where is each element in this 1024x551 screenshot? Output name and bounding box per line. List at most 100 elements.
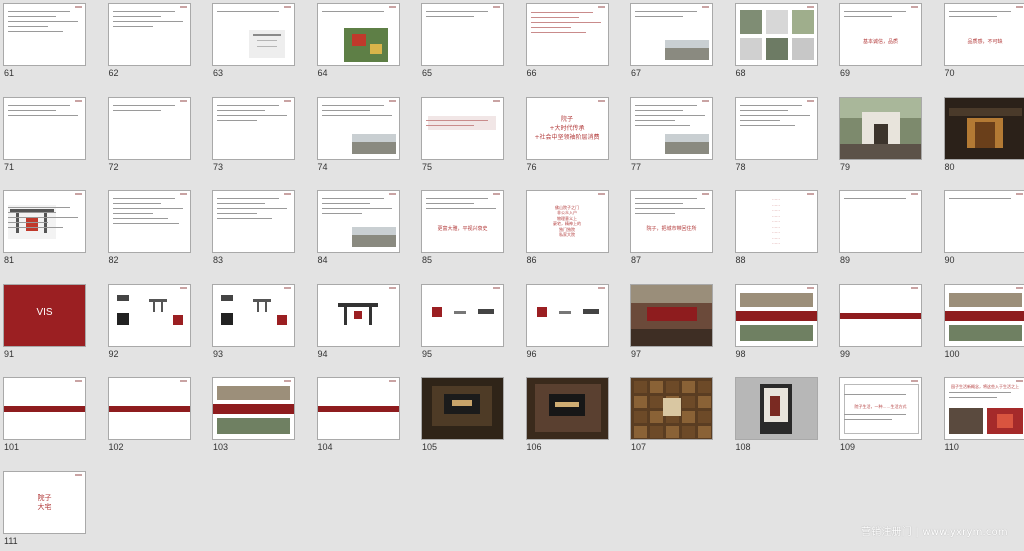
slide-thumbnail[interactable]: 63 — [212, 3, 295, 83]
slide-thumbnail[interactable]: 96 — [526, 284, 609, 364]
slide-preview[interactable]: 基本诚信，品质 — [839, 3, 922, 66]
slide-preview[interactable] — [212, 97, 295, 160]
slide-thumbnail[interactable]: 90 — [944, 190, 1024, 270]
slide-thumbnail[interactable]: 佛山院子之门非公众入户物理意义上豪宅，精神上的独门独院私家大院86 — [526, 190, 609, 270]
slide-preview[interactable] — [526, 284, 609, 347]
slide-thumbnail[interactable]: 院子，把城市带回住所87 — [630, 190, 713, 270]
slide-preview[interactable] — [630, 3, 713, 66]
slide-preview[interactable] — [3, 97, 86, 160]
slide-thumbnail[interactable]: 80 — [944, 97, 1024, 177]
slide-preview[interactable] — [212, 377, 295, 440]
slide-thumbnail[interactable]: 100 — [944, 284, 1024, 364]
slide-thumbnail[interactable]: 102 — [108, 377, 191, 457]
slide-thumbnail[interactable]: 73 — [212, 97, 295, 177]
slide-thumbnail[interactable]: 104 — [317, 377, 400, 457]
slide-thumbnail[interactable]: 105 — [421, 377, 504, 457]
slide-preview[interactable] — [839, 97, 922, 160]
slide-thumbnail[interactable]: 83 — [212, 190, 295, 270]
slide-thumbnail[interactable]: VIS91 — [3, 284, 86, 364]
slide-preview[interactable] — [421, 284, 504, 347]
slide-preview[interactable] — [317, 377, 400, 440]
slide-preview[interactable] — [212, 284, 295, 347]
slide-thumbnail[interactable]: 67 — [630, 3, 713, 83]
slide-preview[interactable] — [212, 190, 295, 253]
slide-thumbnail[interactable]: 101 — [3, 377, 86, 457]
slide-thumbnail[interactable]: 79 — [839, 97, 922, 177]
slide-preview[interactable] — [3, 377, 86, 440]
slide-preview[interactable]: 更富大雅，平视兴衰史 — [421, 190, 504, 253]
slide-preview[interactable] — [108, 3, 191, 66]
slide-thumbnail[interactable]: 更富大雅，平视兴衰史85 — [421, 190, 504, 270]
slide-preview[interactable] — [630, 377, 713, 440]
slide-preview[interactable] — [108, 377, 191, 440]
slide-thumbnail[interactable]: 94 — [317, 284, 400, 364]
slide-thumbnail[interactable]: 66 — [526, 3, 609, 83]
slide-thumbnail[interactable]: 103 — [212, 377, 295, 457]
slide-preview[interactable] — [421, 3, 504, 66]
slide-preview[interactable] — [735, 97, 818, 160]
slide-thumbnail[interactable]: 82 — [108, 190, 191, 270]
slide-preview[interactable] — [944, 97, 1024, 160]
slide-preview[interactable]: 园子生活新概念，将这些入于生活之上 — [944, 377, 1024, 440]
slide-preview[interactable] — [630, 284, 713, 347]
slide-thumbnail[interactable]: 95 — [421, 284, 504, 364]
slide-thumbnail[interactable]: 68 — [735, 3, 818, 83]
slide-preview[interactable] — [735, 3, 818, 66]
slide-preview[interactable] — [526, 377, 609, 440]
slide-thumbnail[interactable]: 92 — [108, 284, 191, 364]
slide-preview[interactable] — [317, 3, 400, 66]
slide-preview[interactable] — [108, 284, 191, 347]
slide-preview[interactable]: 品质感，不可缺 — [944, 3, 1024, 66]
slide-thumbnail[interactable]: 108 — [735, 377, 818, 457]
slide-preview[interactable]: 院子，把城市带回住所 — [630, 190, 713, 253]
slide-thumbnail[interactable]: 72 — [108, 97, 191, 177]
slide-preview[interactable] — [108, 97, 191, 160]
slide-preview[interactable] — [317, 284, 400, 347]
slide-preview[interactable] — [839, 190, 922, 253]
slide-thumbnail[interactable]: 97 — [630, 284, 713, 364]
slide-preview[interactable] — [317, 190, 400, 253]
slide-thumbnail[interactable]: 89 — [839, 190, 922, 270]
slide-thumbnail[interactable]: ………………………………………………88 — [735, 190, 818, 270]
slide-thumbnail[interactable]: 93 — [212, 284, 295, 364]
slide-thumbnail[interactable]: 84 — [317, 190, 400, 270]
slide-thumbnail[interactable]: 院子大宅111 — [3, 471, 86, 551]
slide-preview[interactable] — [944, 284, 1024, 347]
slide-thumbnail[interactable]: 64 — [317, 3, 400, 83]
slide-preview[interactable]: VIS — [3, 284, 86, 347]
slide-preview[interactable] — [3, 190, 86, 253]
slide-preview[interactable]: 佛山院子之门非公众入户物理意义上豪宅，精神上的独门独院私家大院 — [526, 190, 609, 253]
slide-thumbnail[interactable]: 65 — [421, 3, 504, 83]
slide-thumbnail[interactable]: 院子+大时代传承+社会中坚领袖阶层消费76 — [526, 97, 609, 177]
slide-thumbnail[interactable]: 74 — [317, 97, 400, 177]
slide-preview[interactable] — [421, 97, 504, 160]
slide-thumbnail[interactable]: 61 — [3, 3, 86, 83]
slide-preview[interactable] — [108, 190, 191, 253]
slide-thumbnail[interactable]: 院子生活，一种……生活方式109 — [839, 377, 922, 457]
slide-preview[interactable] — [526, 3, 609, 66]
slide-preview[interactable] — [839, 284, 922, 347]
slide-thumbnail[interactable]: 园子生活新概念，将这些入于生活之上110 — [944, 377, 1024, 457]
slide-thumbnail[interactable]: 98 — [735, 284, 818, 364]
slide-preview[interactable]: 院子生活，一种……生活方式 — [839, 377, 922, 440]
slide-preview[interactable] — [735, 377, 818, 440]
slide-thumbnail[interactable]: 78 — [735, 97, 818, 177]
slide-preview[interactable]: 院子+大时代传承+社会中坚领袖阶层消费 — [526, 97, 609, 160]
slide-thumbnail[interactable]: 106 — [526, 377, 609, 457]
slide-preview[interactable] — [317, 97, 400, 160]
slide-thumbnail[interactable]: 品质感，不可缺70 — [944, 3, 1024, 83]
slide-preview[interactable]: 院子大宅 — [3, 471, 86, 534]
slide-preview[interactable] — [421, 377, 504, 440]
slide-preview[interactable] — [3, 3, 86, 66]
slide-preview[interactable]: ……………………………………………… — [735, 190, 818, 253]
slide-thumbnail[interactable]: 107 — [630, 377, 713, 457]
slide-thumbnail[interactable]: 基本诚信，品质69 — [839, 3, 922, 83]
slide-thumbnail[interactable]: 81 — [3, 190, 86, 270]
slide-thumbnail[interactable]: 71 — [3, 97, 86, 177]
slide-thumbnail[interactable]: 99 — [839, 284, 922, 364]
slide-thumbnail[interactable]: 75 — [421, 97, 504, 177]
slide-thumbnail[interactable]: 62 — [108, 3, 191, 83]
slide-thumbnail[interactable]: 77 — [630, 97, 713, 177]
slide-preview[interactable] — [630, 97, 713, 160]
slide-preview[interactable] — [735, 284, 818, 347]
